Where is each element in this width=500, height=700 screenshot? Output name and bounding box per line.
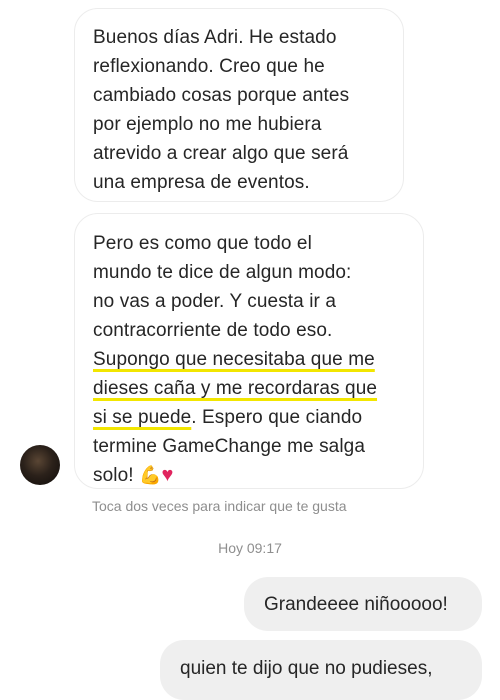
timestamp: Hoy 09:17	[218, 540, 282, 556]
message-line: contracorriente de todo eso.	[93, 320, 333, 341]
incoming-message-1[interactable]: Buenos días Adri. He estado reflexionand…	[74, 8, 404, 202]
message-text-rest: . Espero que ciando	[191, 407, 363, 428]
outgoing-message-1[interactable]: Grandeeee niñooooo!	[244, 577, 482, 631]
message-line: una empresa de eventos.	[93, 172, 310, 193]
message-line: Pero es como que todo el	[93, 233, 312, 254]
message-line: cambiado cosas porque antes	[93, 85, 350, 106]
double-tap-hint: Toca dos veces para indicar que te gusta	[92, 498, 347, 514]
message-line: no vas a poder. Y cuesta ir a	[93, 291, 337, 312]
message-text: quien te dijo que no pudieses,	[180, 658, 433, 679]
highlighted-text: dieses caña y me recordaras que	[93, 378, 378, 399]
message-line: Buenos días Adri. He estado	[93, 27, 337, 48]
message-line: por ejemplo no me hubiera	[93, 114, 322, 135]
incoming-message-2[interactable]: Pero es como que todo el mundo te dice d…	[74, 213, 424, 489]
message-line: si se puede. Espero que ciando	[93, 403, 423, 432]
message-text: Grandeeee niñooooo!	[264, 594, 448, 615]
message-line: Supongo que necesitaba que me	[93, 345, 423, 374]
message-line: termine GameChange me salga	[93, 436, 366, 457]
message-text-end: solo!	[93, 465, 134, 486]
message-text: Buenos días Adri. He estado reflexionand…	[93, 23, 403, 197]
heart-icon: ♥	[161, 464, 174, 486]
outgoing-message-2[interactable]: quien te dijo que no pudieses,	[160, 640, 482, 700]
message-line: dieses caña y me recordaras que	[93, 374, 423, 403]
message-line: solo! 💪♥	[93, 461, 423, 490]
highlighted-text: si se puede	[93, 407, 192, 428]
flexed-biceps-icon: 💪	[139, 465, 162, 485]
avatar[interactable]	[20, 445, 60, 485]
message-text: Pero es como que todo el mundo te dice d…	[93, 229, 423, 490]
message-line: reflexionando. Creo que he	[93, 56, 325, 77]
highlighted-text: Supongo que necesitaba que me	[93, 349, 375, 370]
message-line: mundo te dice de algun modo:	[93, 262, 352, 283]
message-line: atrevido a crear algo que será	[93, 143, 349, 164]
